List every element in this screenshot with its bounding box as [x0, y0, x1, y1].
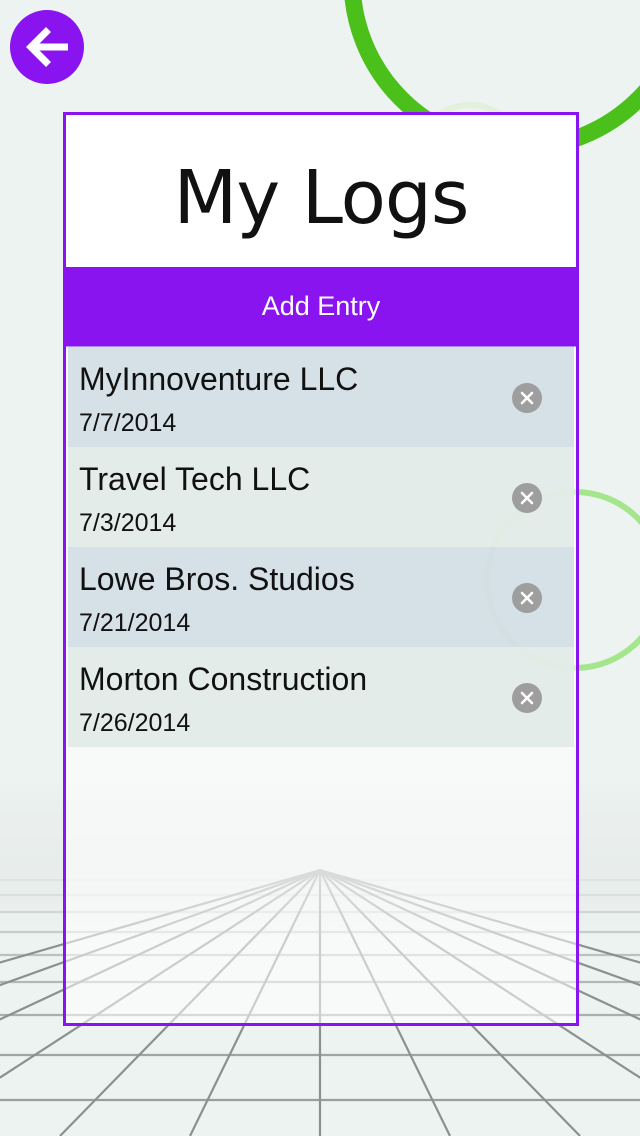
- log-list-item[interactable]: Travel Tech LLC 7/3/2014: [68, 447, 574, 547]
- log-list-item[interactable]: Lowe Bros. Studios 7/21/2014: [68, 547, 574, 647]
- clear-circle-icon[interactable]: [512, 583, 542, 613]
- log-item-name: MyInnoventure LLC: [79, 361, 359, 397]
- log-item-name: Lowe Bros. Studios: [79, 561, 355, 597]
- log-list: MyInnoventure LLC 7/7/2014 Travel Tech L…: [66, 347, 576, 747]
- log-item-date: 7/21/2014: [79, 609, 191, 637]
- add-entry-button[interactable]: Add Entry: [66, 267, 576, 347]
- log-list-item[interactable]: MyInnoventure LLC 7/7/2014: [68, 347, 574, 447]
- page-title: My Logs: [173, 155, 470, 241]
- log-list-item[interactable]: Morton Construction 7/26/2014: [68, 647, 574, 747]
- arrow-left-circle-icon: [26, 27, 68, 67]
- log-item-name: Morton Construction: [79, 661, 368, 697]
- back-button[interactable]: [10, 10, 84, 84]
- clear-circle-icon[interactable]: [512, 383, 542, 413]
- logs-panel: My Logs Add Entry MyInnoventure LLC 7/7/…: [63, 112, 579, 1026]
- log-item-date: 7/3/2014: [79, 509, 177, 537]
- log-item-date: 7/7/2014: [79, 409, 177, 437]
- log-item-date: 7/26/2014: [79, 709, 191, 737]
- clear-circle-icon[interactable]: [512, 483, 542, 513]
- clear-circle-icon[interactable]: [512, 683, 542, 713]
- panel-header: My Logs: [66, 115, 576, 267]
- log-item-name: Travel Tech LLC: [79, 461, 311, 497]
